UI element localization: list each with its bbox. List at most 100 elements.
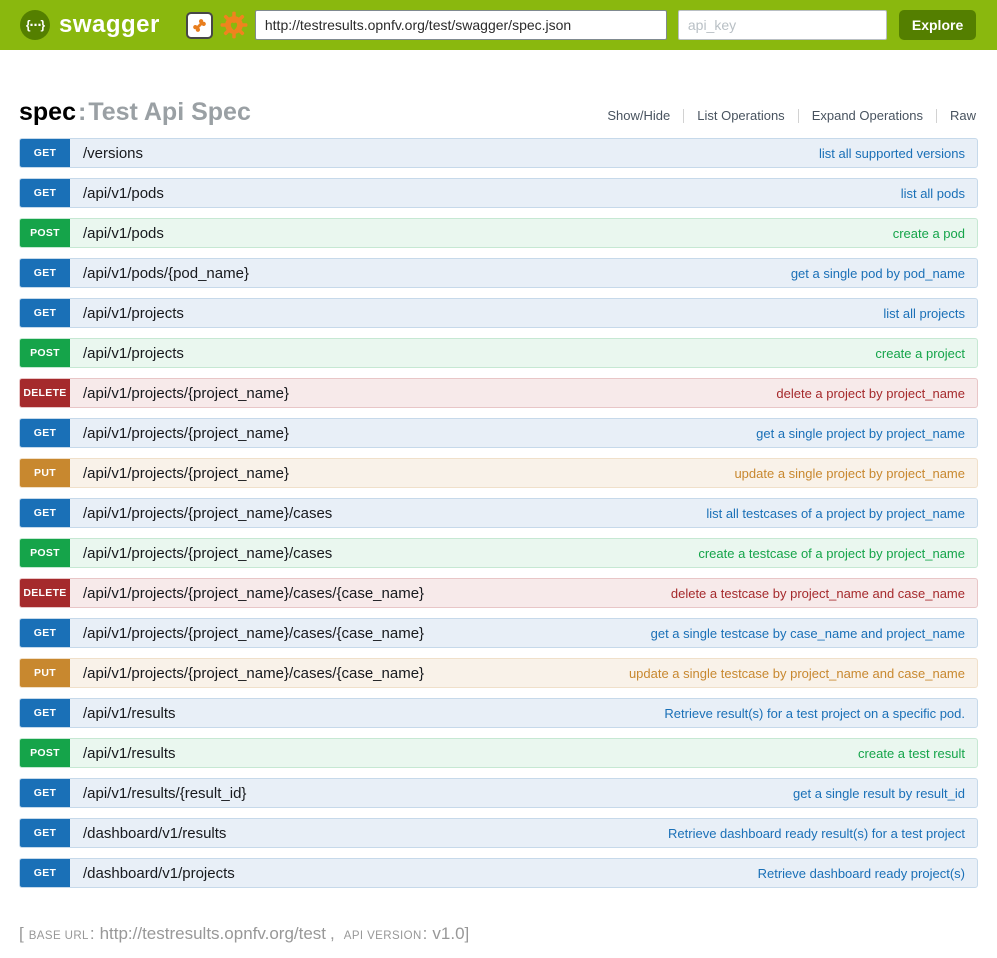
method-badge[interactable]: PUT [20,659,70,687]
title-row: spec:Test Api Spec Show/HideList Operati… [19,98,978,127]
endpoint-path[interactable]: /api/v1/pods/{pod_name} [83,265,249,282]
endpoint-path[interactable]: /api/v1/results/{result_id} [83,785,246,802]
swagger-brand-link[interactable]: {⋯} swagger [20,10,160,40]
endpoint-summary[interactable]: create a pod [893,226,965,241]
endpoint-row[interactable]: GET /api/v1/results/{result_id} get a si… [19,778,978,808]
endpoint-row[interactable]: GET /api/v1/projects list all projects [19,298,978,328]
endpoint-path[interactable]: /api/v1/pods [83,225,164,242]
endpoint-row[interactable]: GET /api/v1/projects/{project_name} get … [19,418,978,448]
method-badge[interactable]: PUT [20,459,70,487]
endpoint-summary[interactable]: get a single result by result_id [793,786,965,801]
endpoint-path[interactable]: /api/v1/projects/{project_name}/cases [83,505,332,522]
method-badge[interactable]: GET [20,819,70,847]
endpoint-summary[interactable]: list all projects [883,306,965,321]
endpoint-summary[interactable]: create a project [875,346,965,361]
endpoint-row[interactable]: DELETE /api/v1/projects/{project_name}/c… [19,578,978,608]
footer-comma: , [330,924,335,943]
toolbar-link-expand-operations[interactable]: Expand Operations [798,109,936,123]
method-badge[interactable]: DELETE [20,579,70,607]
endpoint-row[interactable]: GET /versions list all supported version… [19,138,978,168]
brand-title: swagger [59,11,160,39]
endpoint-summary[interactable]: get a single pod by pod_name [791,266,965,281]
endpoints-list: GET /versions list all supported version… [19,138,978,888]
method-badge[interactable]: GET [20,419,70,447]
bone-icon-button[interactable] [186,12,213,39]
endpoint-summary[interactable]: Retrieve dashboard ready project(s) [758,866,965,881]
method-badge[interactable]: GET [20,179,70,207]
endpoint-path[interactable]: /api/v1/results [83,705,176,722]
spec-url-input[interactable] [255,10,667,40]
endpoint-path[interactable]: /versions [83,145,143,162]
endpoint-path[interactable]: /api/v1/projects [83,305,184,322]
base-url-footer: [base url:http://testresults.opnfv.org/t… [19,924,978,958]
endpoint-summary[interactable]: delete a project by project_name [776,386,965,401]
endpoint-row[interactable]: GET /api/v1/results Retrieve result(s) f… [19,698,978,728]
endpoint-summary[interactable]: list all pods [901,186,965,201]
endpoint-summary[interactable]: update a single project by project_name [734,466,965,481]
toolbar-link-show-hide[interactable]: Show/Hide [594,109,683,123]
endpoint-path[interactable]: /api/v1/projects/{project_name} [83,425,289,442]
toolbar-link-list-operations[interactable]: List Operations [683,109,797,123]
endpoint-row[interactable]: GET /dashboard/v1/projects Retrieve dash… [19,858,978,888]
endpoint-row[interactable]: GET /api/v1/projects/{project_name}/case… [19,498,978,528]
main-content: spec:Test Api Spec Show/HideList Operati… [0,98,997,958]
bone-icon [190,16,209,35]
endpoint-path[interactable]: /dashboard/v1/results [83,825,226,842]
footer-bracket-close: ] [465,924,470,943]
endpoint-path[interactable]: /api/v1/pods [83,185,164,202]
endpoint-summary[interactable]: delete a testcase by project_name and ca… [671,586,965,601]
endpoint-summary[interactable]: get a single testcase by case_name and p… [651,626,965,641]
method-badge[interactable]: POST [20,219,70,247]
endpoint-row[interactable]: GET /api/v1/projects/{project_name}/case… [19,618,978,648]
endpoint-summary[interactable]: create a test result [858,746,965,761]
operations-toolbar: Show/HideList OperationsExpand Operation… [594,109,978,123]
endpoint-path[interactable]: /api/v1/results [83,745,176,762]
api-name: spec [19,98,76,126]
endpoint-summary[interactable]: list all testcases of a project by proje… [706,506,965,521]
endpoint-summary[interactable]: Retrieve result(s) for a test project on… [664,706,965,721]
method-badge[interactable]: POST [20,339,70,367]
endpoint-row[interactable]: POST /api/v1/results create a test resul… [19,738,978,768]
endpoint-path[interactable]: /dashboard/v1/projects [83,865,235,882]
method-badge[interactable]: GET [20,859,70,887]
endpoint-path[interactable]: /api/v1/projects/{project_name}/cases/{c… [83,625,424,642]
endpoint-path[interactable]: /api/v1/projects/{project_name}/cases [83,545,332,562]
endpoint-row[interactable]: GET /api/v1/pods list all pods [19,178,978,208]
endpoint-row[interactable]: DELETE /api/v1/projects/{project_name} d… [19,378,978,408]
endpoint-summary[interactable]: get a single project by project_name [756,426,965,441]
endpoint-path[interactable]: /api/v1/projects/{project_name}/cases/{c… [83,665,424,682]
method-badge[interactable]: GET [20,139,70,167]
base-url-value: http://testresults.opnfv.org/test [100,924,326,943]
endpoint-row[interactable]: PUT /api/v1/projects/{project_name} upda… [19,458,978,488]
endpoint-path[interactable]: /api/v1/projects/{project_name} [83,465,289,482]
endpoint-row[interactable]: GET /api/v1/pods/{pod_name} get a single… [19,258,978,288]
base-url-label: base url [29,930,89,942]
endpoint-row[interactable]: PUT /api/v1/projects/{project_name}/case… [19,658,978,688]
method-badge[interactable]: GET [20,699,70,727]
endpoint-summary[interactable]: Retrieve dashboard ready result(s) for a… [668,826,965,841]
title-separator: : [78,98,86,126]
api-key-input[interactable] [678,10,887,40]
method-badge[interactable]: GET [20,499,70,527]
endpoint-row[interactable]: POST /api/v1/projects create a project [19,338,978,368]
method-badge[interactable]: POST [20,539,70,567]
method-badge[interactable]: GET [20,299,70,327]
endpoint-summary[interactable]: list all supported versions [819,146,965,161]
endpoint-path[interactable]: /api/v1/projects/{project_name} [83,385,289,402]
endpoint-row[interactable]: GET /dashboard/v1/results Retrieve dashb… [19,818,978,848]
endpoint-path[interactable]: /api/v1/projects [83,345,184,362]
toolbar-link-raw[interactable]: Raw [936,109,978,123]
endpoint-path[interactable]: /api/v1/projects/{project_name}/cases/{c… [83,585,424,602]
method-badge[interactable]: GET [20,779,70,807]
method-badge[interactable]: DELETE [20,379,70,407]
method-badge[interactable]: POST [20,739,70,767]
method-badge[interactable]: GET [20,619,70,647]
gear-icon[interactable] [220,11,248,39]
endpoint-row[interactable]: POST /api/v1/pods create a pod [19,218,978,248]
endpoint-summary[interactable]: create a testcase of a project by projec… [698,546,965,561]
method-badge[interactable]: GET [20,259,70,287]
explore-button[interactable]: Explore [899,10,976,40]
endpoint-summary[interactable]: update a single testcase by project_name… [629,666,965,681]
endpoint-row[interactable]: POST /api/v1/projects/{project_name}/cas… [19,538,978,568]
api-version-value: v1.0 [432,924,464,943]
